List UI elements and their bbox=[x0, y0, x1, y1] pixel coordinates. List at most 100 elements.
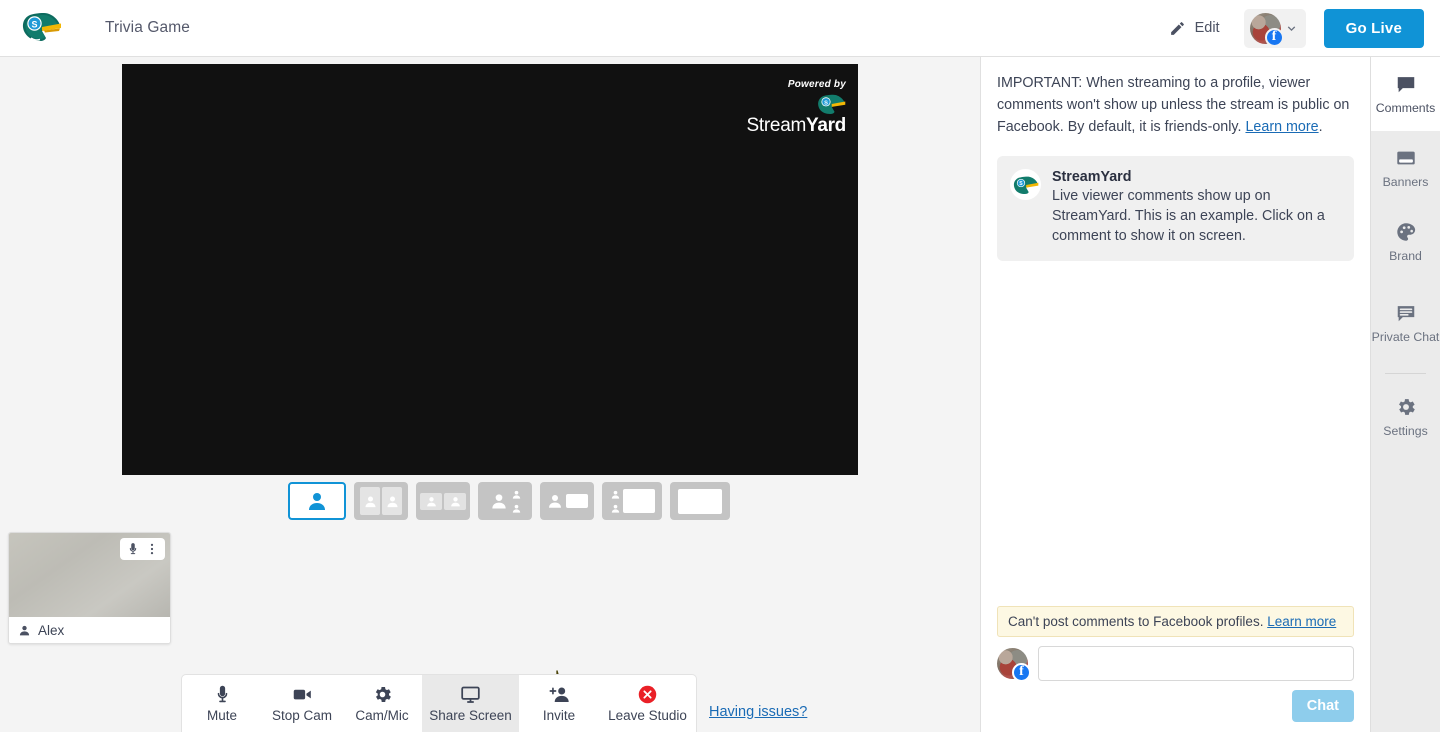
person-icon bbox=[309, 493, 325, 510]
participant-video bbox=[9, 533, 170, 617]
stop-cam-button[interactable]: Stop Cam bbox=[262, 675, 342, 732]
person-icon bbox=[611, 504, 619, 513]
rail-item-private-chat-label: Private Chat bbox=[1371, 330, 1440, 344]
streamyard-duck-logo-icon: S bbox=[1013, 176, 1039, 194]
chat-lines-icon bbox=[1397, 306, 1414, 322]
destination-selector[interactable]: f bbox=[1243, 8, 1306, 48]
invite-button[interactable]: Invite bbox=[519, 675, 599, 732]
comments-notice-trailing: . bbox=[1318, 118, 1323, 135]
invite-button-label: Invite bbox=[542, 708, 576, 724]
layout-option-one-plus-two[interactable] bbox=[478, 482, 532, 520]
layout-option-sidebar-and-screen[interactable] bbox=[602, 482, 662, 520]
comment-input[interactable] bbox=[1038, 646, 1354, 681]
rail-divider bbox=[1385, 373, 1426, 374]
pencil-icon bbox=[1170, 21, 1184, 35]
layout-selector bbox=[288, 482, 730, 520]
cannot-post-warning: Can't post comments to Facebook profiles… bbox=[997, 606, 1354, 637]
layout-panel-right bbox=[382, 487, 402, 515]
palette-icon bbox=[1396, 223, 1415, 241]
watermark-brand-part1: Stream bbox=[746, 115, 807, 136]
comment-author: StreamYard bbox=[1052, 169, 1132, 186]
streamyard-studio: S Trivia Game Edit f Go Live Powered by … bbox=[0, 0, 1440, 732]
person-icon bbox=[549, 495, 561, 508]
composer-avatar: f bbox=[997, 648, 1031, 682]
comment-text: Live viewer comments show up on StreamYa… bbox=[1052, 188, 1325, 245]
watermark-powered-by: Powered by bbox=[787, 79, 846, 90]
layout-box-left bbox=[420, 492, 442, 510]
layout-option-screen-only[interactable] bbox=[670, 482, 730, 520]
person-icon bbox=[512, 490, 520, 499]
mute-button[interactable]: Mute bbox=[182, 675, 262, 732]
layout-small-column bbox=[511, 489, 522, 514]
microphone-icon bbox=[217, 686, 227, 703]
go-live-button[interactable]: Go Live bbox=[1323, 8, 1424, 48]
watermark-brand: StreamYard bbox=[746, 115, 847, 136]
monitor-icon bbox=[461, 686, 480, 704]
rail-item-banners-label: Banners bbox=[1382, 175, 1429, 189]
stop-cam-button-label: Stop Cam bbox=[271, 708, 333, 724]
rail-item-settings[interactable]: Settings bbox=[1371, 380, 1440, 454]
facebook-icon: f bbox=[1264, 27, 1284, 47]
cam-mic-settings-button[interactable]: Cam/Mic bbox=[342, 675, 422, 732]
chat-send-row: Chat bbox=[997, 690, 1354, 722]
edit-button-label: Edit bbox=[1194, 20, 1220, 36]
watermark-brand-part2: Yard bbox=[806, 115, 846, 136]
video-camera-icon bbox=[293, 689, 311, 700]
mute-button-label: Mute bbox=[206, 708, 237, 724]
layout-option-solo[interactable] bbox=[288, 482, 346, 520]
chevron-down-icon bbox=[1287, 25, 1295, 31]
having-issues-link[interactable]: Having issues? bbox=[709, 704, 807, 720]
edit-button[interactable]: Edit bbox=[1159, 14, 1230, 43]
rail-item-private-chat[interactable]: Private Chat bbox=[1371, 279, 1440, 367]
comments-footer: Can't post comments to Facebook profiles… bbox=[981, 606, 1370, 732]
facebook-icon: f bbox=[1012, 663, 1031, 682]
person-icon bbox=[19, 625, 30, 636]
cam-mic-button-label: Cam/Mic bbox=[355, 708, 409, 724]
facebook-letter: f bbox=[1019, 664, 1024, 679]
person-icon bbox=[512, 504, 520, 513]
layout-panel-left bbox=[360, 487, 380, 515]
red-x-circle-icon bbox=[638, 686, 657, 704]
layout-screen-box bbox=[678, 488, 722, 514]
warning-learn-more-link[interactable]: Learn more bbox=[1267, 614, 1336, 629]
person-icon bbox=[611, 490, 619, 499]
comments-list[interactable]: IMPORTANT: When streaming to a profile, … bbox=[981, 57, 1370, 606]
warning-text: Can't post comments to Facebook profiles… bbox=[1008, 614, 1268, 629]
rail-item-comments[interactable]: Comments bbox=[1371, 57, 1440, 131]
participant-tile[interactable]: Alex bbox=[8, 532, 171, 644]
layout-option-split-two[interactable] bbox=[354, 482, 408, 520]
streamyard-watermark: Powered by S StreamYard bbox=[746, 79, 847, 136]
comment-bubble-icon bbox=[1397, 77, 1414, 93]
person-icon bbox=[365, 496, 375, 507]
layout-option-person-and-screen[interactable] bbox=[540, 482, 594, 520]
microphone-icon[interactable] bbox=[126, 542, 140, 556]
rail-item-brand[interactable]: Brand bbox=[1371, 205, 1440, 279]
rail-item-banners[interactable]: Banners bbox=[1371, 131, 1440, 205]
leave-studio-button-label: Leave Studio bbox=[608, 708, 687, 724]
svg-text:S: S bbox=[1019, 181, 1023, 187]
top-bar: S Trivia Game Edit f Go Live bbox=[0, 0, 1440, 57]
share-screen-button[interactable]: Share Screen bbox=[422, 675, 519, 732]
comment-item[interactable]: S StreamYard Live viewer comments show u… bbox=[997, 156, 1354, 262]
banner-icon bbox=[1396, 151, 1415, 165]
streamyard-duck-logo-icon[interactable]: S bbox=[20, 9, 62, 47]
avatar: f bbox=[1249, 12, 1284, 47]
stream-preview[interactable]: Powered by S StreamYard bbox=[122, 64, 858, 475]
share-screen-button-label: Share Screen bbox=[429, 708, 512, 724]
svg-text:S: S bbox=[31, 19, 37, 29]
rail-item-brand-label: Brand bbox=[1389, 249, 1422, 263]
kebab-menu-icon[interactable] bbox=[145, 542, 159, 556]
svg-text:S: S bbox=[824, 100, 828, 106]
chat-send-button[interactable]: Chat bbox=[1291, 690, 1354, 722]
learn-more-link[interactable]: Learn more bbox=[1245, 119, 1318, 135]
facebook-letter: f bbox=[1271, 28, 1277, 44]
leave-studio-button[interactable]: Leave Studio bbox=[599, 675, 696, 732]
layout-box-right bbox=[444, 492, 466, 510]
person-icon bbox=[450, 496, 460, 506]
layout-screen-box bbox=[566, 494, 588, 508]
participant-name: Alex bbox=[38, 623, 65, 638]
body: Powered by S StreamYard Alex Mute Stop C… bbox=[0, 57, 1440, 732]
stage: Powered by S StreamYard Alex Mute Stop C… bbox=[0, 57, 980, 732]
person-icon bbox=[491, 494, 506, 509]
layout-option-group-two[interactable] bbox=[416, 482, 470, 520]
